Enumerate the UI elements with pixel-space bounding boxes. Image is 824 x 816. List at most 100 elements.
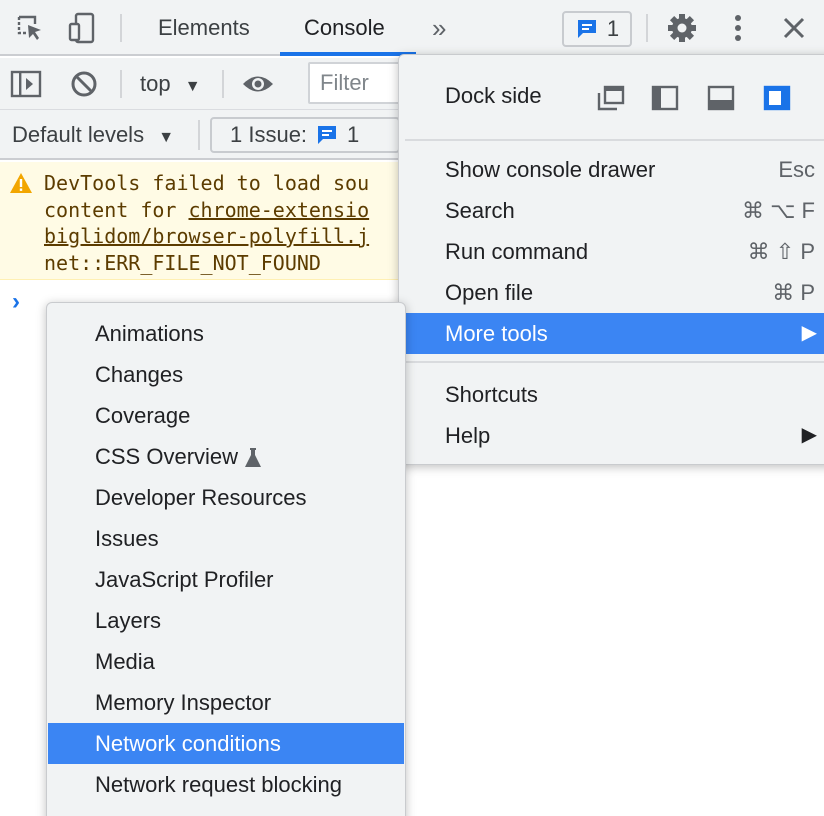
console-prompt-icon[interactable]: ›: [12, 288, 20, 316]
submenu-item-label: Changes: [95, 362, 184, 387]
submenu-item-memory-inspector[interactable]: Memory Inspector: [48, 682, 404, 723]
issues-count: 1: [606, 16, 620, 41]
submenu-item-media[interactable]: Media: [48, 641, 404, 682]
active-tab-indicator: [280, 52, 416, 56]
submenu-item-label: Memory Inspector: [95, 690, 272, 715]
warning-line: biglidom/browser-polyfill.j: [44, 223, 369, 250]
close-devtools-button[interactable]: [774, 8, 814, 48]
dock-left-icon[interactable]: [651, 85, 679, 111]
submenu-item-label: Animations: [95, 321, 204, 346]
submenu-item-label: Developer Resources: [95, 485, 307, 510]
dropdown-arrow-icon: ▼: [158, 129, 175, 146]
show-sidebar-button[interactable]: [6, 64, 46, 104]
submenu-item-animations[interactable]: Animations: [48, 313, 404, 354]
menu-item-shortcuts[interactable]: Shortcuts: [405, 374, 824, 415]
submenu-item-label: Issues: [95, 526, 159, 551]
submenu-item-performance-insights[interactable]: Performance insights: [48, 805, 404, 816]
log-levels-dropdown[interactable]: Default levels ▼: [12, 118, 174, 152]
menu-item-label: Show console drawer: [445, 157, 656, 182]
clear-icon: [71, 71, 97, 97]
console-filter-input[interactable]: Filter: [308, 62, 408, 104]
submenu-item-issues[interactable]: Issues: [48, 518, 404, 559]
menu-item-label: Shortcuts: [445, 382, 538, 407]
context-value: top: [140, 71, 171, 96]
inspect-element-button[interactable]: [10, 8, 50, 48]
submenu-item-coverage[interactable]: Coverage: [48, 395, 404, 436]
submenu-item-label: CSS Overview: [95, 444, 239, 469]
menu-item-run-command[interactable]: Run command ⌘ ⇧ P: [405, 231, 824, 272]
tab-elements[interactable]: Elements: [158, 0, 250, 56]
menu-item-shortcut: Esc: [778, 157, 815, 182]
undock-icon[interactable]: [597, 85, 625, 111]
inspect-icon: [17, 15, 41, 40]
issues-counter-button[interactable]: 1: [562, 11, 632, 47]
submenu-item-css-overview[interactable]: CSS Overview: [48, 436, 404, 477]
device-toolbar-button[interactable]: [62, 8, 102, 48]
menu-item-more-tools[interactable]: More tools ▶: [405, 313, 824, 354]
submenu-item-label: JavaScript Profiler: [95, 567, 274, 592]
device-toggle-icon: [68, 12, 95, 44]
menu-item-help[interactable]: Help ▶: [405, 415, 824, 456]
sidebar-toggle-icon: [10, 70, 42, 98]
warning-icon: [10, 173, 32, 193]
menu-item-label: Open file: [445, 280, 534, 305]
chat-bubble-icon: [577, 20, 596, 38]
warning-line: DevTools failed to load sou: [44, 170, 369, 197]
javascript-context-select[interactable]: top ▼: [140, 66, 201, 102]
dock-bottom-icon[interactable]: [707, 85, 735, 111]
kebab-icon: [735, 15, 741, 41]
more-tabs-button[interactable]: »: [432, 0, 446, 56]
warning-text: DevTools failed to load sou content for …: [44, 170, 369, 276]
divider: [120, 14, 122, 42]
submenu-item-developer-resources[interactable]: Developer Resources: [48, 477, 404, 518]
issues-chip-button[interactable]: 1 Issue: 1: [210, 117, 400, 153]
settings-button[interactable]: [662, 8, 702, 48]
submenu-item-label: Performance insights: [95, 805, 302, 816]
experimental-flask-icon: [245, 448, 262, 468]
menu-item-label: Run command: [445, 239, 589, 264]
customize-devtools-menu: Dock side Show console drawer Esc Search…: [398, 54, 824, 465]
menu-item-label: Search: [445, 198, 515, 223]
issue-chip-count: 1: [347, 122, 360, 147]
submenu-item-network-request-blocking[interactable]: Network request blocking: [48, 764, 404, 805]
menu-item-label: More tools: [445, 321, 548, 346]
menu-separator: [405, 139, 824, 141]
divider: [198, 120, 200, 150]
divider: [646, 14, 648, 42]
menu-item-open-file[interactable]: Open file ⌘ P: [405, 272, 824, 313]
submenu-item-label: Network conditions: [95, 731, 281, 756]
issue-chip-label: 1 Issue:: [230, 122, 308, 147]
gear-icon: [668, 14, 696, 42]
submenu-item-network-conditions[interactable]: Network conditions: [48, 723, 404, 764]
warning-line: content for chrome-extensio: [44, 197, 369, 224]
live-expression-button[interactable]: [238, 64, 278, 104]
submenu-item-label: Coverage: [95, 403, 191, 428]
menu-item-show-console-drawer[interactable]: Show console drawer Esc: [405, 149, 824, 190]
divider: [222, 70, 224, 98]
dock-right-icon[interactable]: [763, 85, 791, 111]
clear-console-button[interactable]: [64, 64, 104, 104]
menu-item-search[interactable]: Search ⌘ ⌥ F: [405, 190, 824, 231]
menu-separator: [405, 361, 824, 363]
menu-item-shortcut: ⌘ ⌥ F: [741, 198, 815, 223]
menu-item-shortcut: ⌘ P: [772, 280, 815, 305]
warning-line: net::ERR_FILE_NOT_FOUND: [44, 250, 369, 277]
more-tools-submenu: Animations Changes Coverage CSS Overview…: [46, 302, 406, 816]
submenu-item-changes[interactable]: Changes: [48, 354, 404, 395]
eye-icon: [243, 76, 273, 92]
warning-line-text: content for: [44, 197, 189, 222]
warning-line-text: net::ERR_FILE_NOT_FOUND: [44, 250, 321, 275]
customize-devtools-button[interactable]: [718, 8, 758, 48]
submenu-item-label: Network request blocking: [95, 772, 343, 797]
submenu-arrow-icon: ▶: [801, 424, 817, 446]
submenu-item-javascript-profiler[interactable]: JavaScript Profiler: [48, 559, 404, 600]
dock-side-label: Dock side: [445, 83, 542, 108]
levels-label: Default levels: [12, 122, 145, 147]
submenu-item-label: Media: [95, 649, 155, 674]
source-link[interactable]: chrome-extensio: [189, 198, 370, 222]
chat-bubble-icon: [318, 126, 337, 144]
submenu-item-layers[interactable]: Layers: [48, 600, 404, 641]
menu-item-shortcut: ⌘ ⇧ P: [747, 239, 815, 264]
tab-console[interactable]: Console: [304, 0, 385, 56]
source-link[interactable]: biglidom/browser-polyfill.j: [44, 224, 369, 248]
